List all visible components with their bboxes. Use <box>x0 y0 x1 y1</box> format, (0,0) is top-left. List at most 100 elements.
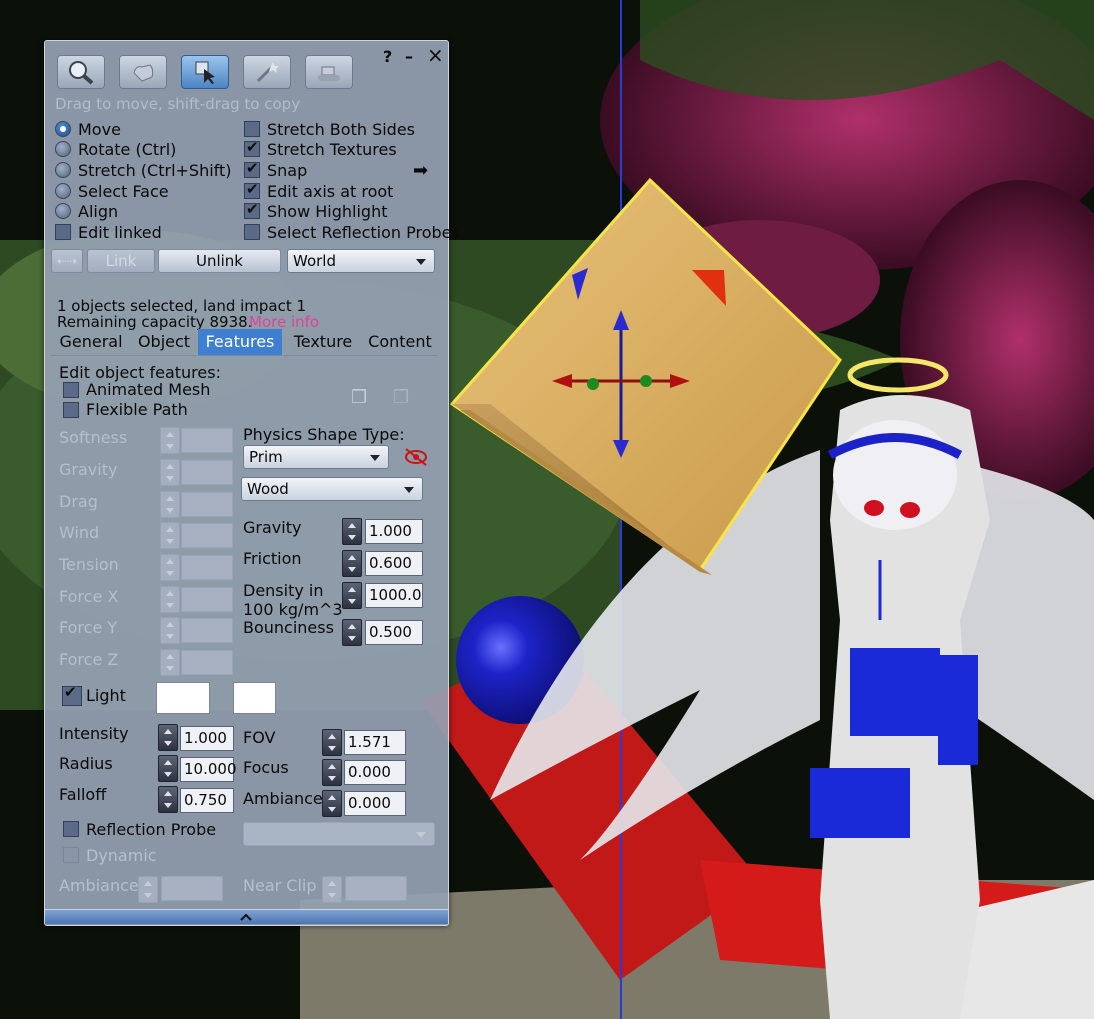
magnifier-icon <box>69 61 94 85</box>
intensity-field[interactable]: 1.000 <box>180 726 234 751</box>
force-z-label: Force Z <box>59 650 119 669</box>
force-y-spinner[interactable] <box>160 617 180 644</box>
radius-field[interactable]: 10.000 <box>180 757 237 782</box>
prev-link-part-button[interactable]: ⇠⇢ <box>51 249 83 273</box>
align-radio[interactable] <box>55 203 71 219</box>
snap-options-arrow-icon[interactable]: ➡ <box>413 160 428 181</box>
force-x-field[interactable] <box>181 587 233 612</box>
falloff-spinner[interactable] <box>158 786 178 813</box>
friction-spinner[interactable] <box>342 550 362 577</box>
create-tool-button[interactable] <box>243 55 291 89</box>
show-highlight-checkbox[interactable] <box>244 200 260 219</box>
wind-field[interactable] <box>181 523 233 548</box>
select-reflection-probes-checkbox[interactable] <box>244 224 260 240</box>
near-clip-field[interactable] <box>345 876 407 901</box>
light-label: Light <box>86 686 126 705</box>
gravity-flex-field[interactable] <box>181 460 233 485</box>
probe-ambiance-spinner[interactable] <box>138 876 158 903</box>
softness-field[interactable] <box>181 428 233 453</box>
chevron-down-icon <box>416 832 426 838</box>
snap-checkbox[interactable] <box>244 159 260 178</box>
force-z-spinner[interactable] <box>160 649 180 676</box>
tool-hint: Drag to move, shift-drag to copy <box>55 95 301 113</box>
bounciness-spinner[interactable] <box>342 619 362 646</box>
physics-shape-type-dropdown[interactable]: Prim <box>243 445 389 469</box>
physics-material-dropdown[interactable]: Wood <box>241 477 423 501</box>
tab-general[interactable]: General <box>51 329 131 356</box>
tab-features[interactable]: Features <box>198 329 282 356</box>
link-button[interactable]: Link <box>87 249 155 273</box>
density-label-line2: 100 kg/m^3 <box>243 600 343 619</box>
dynamic-checkbox[interactable] <box>63 847 79 863</box>
fov-spinner[interactable] <box>322 729 342 756</box>
near-clip-label: Near Clip <box>243 876 317 895</box>
edit-linked-checkbox[interactable] <box>55 224 71 240</box>
focus-field[interactable]: 0.000 <box>344 760 406 785</box>
focus-spinner[interactable] <box>322 759 342 786</box>
density-field[interactable]: 1000.0 <box>365 583 423 608</box>
friction-label: Friction <box>243 549 302 568</box>
move-tool-button[interactable] <box>119 55 167 89</box>
tension-field[interactable] <box>181 555 233 580</box>
flexible-path-checkbox[interactable] <box>63 402 79 418</box>
help-button[interactable]: ? <box>383 47 392 66</box>
drag-field[interactable] <box>181 492 233 517</box>
rotate-radio[interactable] <box>55 141 71 157</box>
light-checkbox[interactable] <box>62 683 82 706</box>
probe-shape-dropdown[interactable] <box>243 822 435 846</box>
select-face-radio[interactable] <box>55 183 71 199</box>
stretch-textures-label: Stretch Textures <box>267 140 397 159</box>
wind-spinner[interactable] <box>160 522 180 549</box>
ruler-mode-dropdown[interactable]: World <box>287 249 435 273</box>
radius-label: Radius <box>59 754 113 773</box>
wind-label: Wind <box>59 523 100 542</box>
near-clip-spinner[interactable] <box>322 876 342 903</box>
fov-field[interactable]: 1.571 <box>344 730 406 755</box>
intensity-spinner[interactable] <box>158 724 178 751</box>
copy-params-icon[interactable]: ❐ <box>351 387 367 408</box>
land-tool-button[interactable] <box>305 55 353 89</box>
bounciness-field[interactable]: 0.500 <box>365 620 423 645</box>
focus-tool-button[interactable] <box>57 55 105 89</box>
close-button[interactable]: × <box>427 43 444 67</box>
animated-mesh-checkbox[interactable] <box>63 382 79 398</box>
ambiance-label: Ambiance <box>243 789 323 808</box>
physics-gravity-field[interactable]: 1.000 <box>365 519 423 544</box>
drag-spinner[interactable] <box>160 491 180 518</box>
light-texture-swatch[interactable] <box>233 682 276 714</box>
force-x-spinner[interactable] <box>160 586 180 613</box>
light-color-swatch[interactable] <box>156 682 210 714</box>
edit-linked-label: Edit linked <box>78 223 162 242</box>
reflection-probe-checkbox[interactable] <box>63 821 79 837</box>
paste-params-icon[interactable]: ❐ <box>393 387 409 408</box>
ambiance-spinner[interactable] <box>322 790 342 817</box>
stretch-both-sides-checkbox[interactable] <box>244 121 260 137</box>
stretch-radio[interactable] <box>55 162 71 178</box>
tab-texture[interactable]: Texture <box>283 329 363 356</box>
force-z-field[interactable] <box>181 650 233 675</box>
align-label: Align <box>78 202 119 221</box>
radius-spinner[interactable] <box>158 755 178 782</box>
collapse-panel-bar[interactable] <box>45 909 448 924</box>
tab-content[interactable]: Content <box>363 329 437 356</box>
physics-view-eye-icon[interactable] <box>403 447 429 467</box>
density-spinner[interactable] <box>342 582 362 609</box>
edit-tool-button[interactable] <box>181 55 229 89</box>
stretch-both-sides-label: Stretch Both Sides <box>267 120 415 139</box>
gravity-flex-spinner[interactable] <box>160 459 180 486</box>
probe-ambiance-field[interactable] <box>161 876 223 901</box>
tab-object[interactable]: Object <box>131 329 197 356</box>
stretch-textures-checkbox[interactable] <box>244 138 260 157</box>
force-y-field[interactable] <box>181 618 233 643</box>
unlink-button[interactable]: Unlink <box>158 249 281 273</box>
softness-spinner[interactable] <box>160 427 180 454</box>
move-radio[interactable] <box>55 121 71 137</box>
falloff-field[interactable]: 0.750 <box>180 788 234 813</box>
minimize-button[interactable]: – <box>405 47 413 66</box>
ambiance-field[interactable]: 0.000 <box>344 791 406 816</box>
physics-gravity-spinner[interactable] <box>342 518 362 545</box>
tension-spinner[interactable] <box>160 554 180 581</box>
intensity-label: Intensity <box>59 724 129 743</box>
edit-axis-at-root-checkbox[interactable] <box>244 180 260 199</box>
friction-field[interactable]: 0.600 <box>365 551 423 576</box>
